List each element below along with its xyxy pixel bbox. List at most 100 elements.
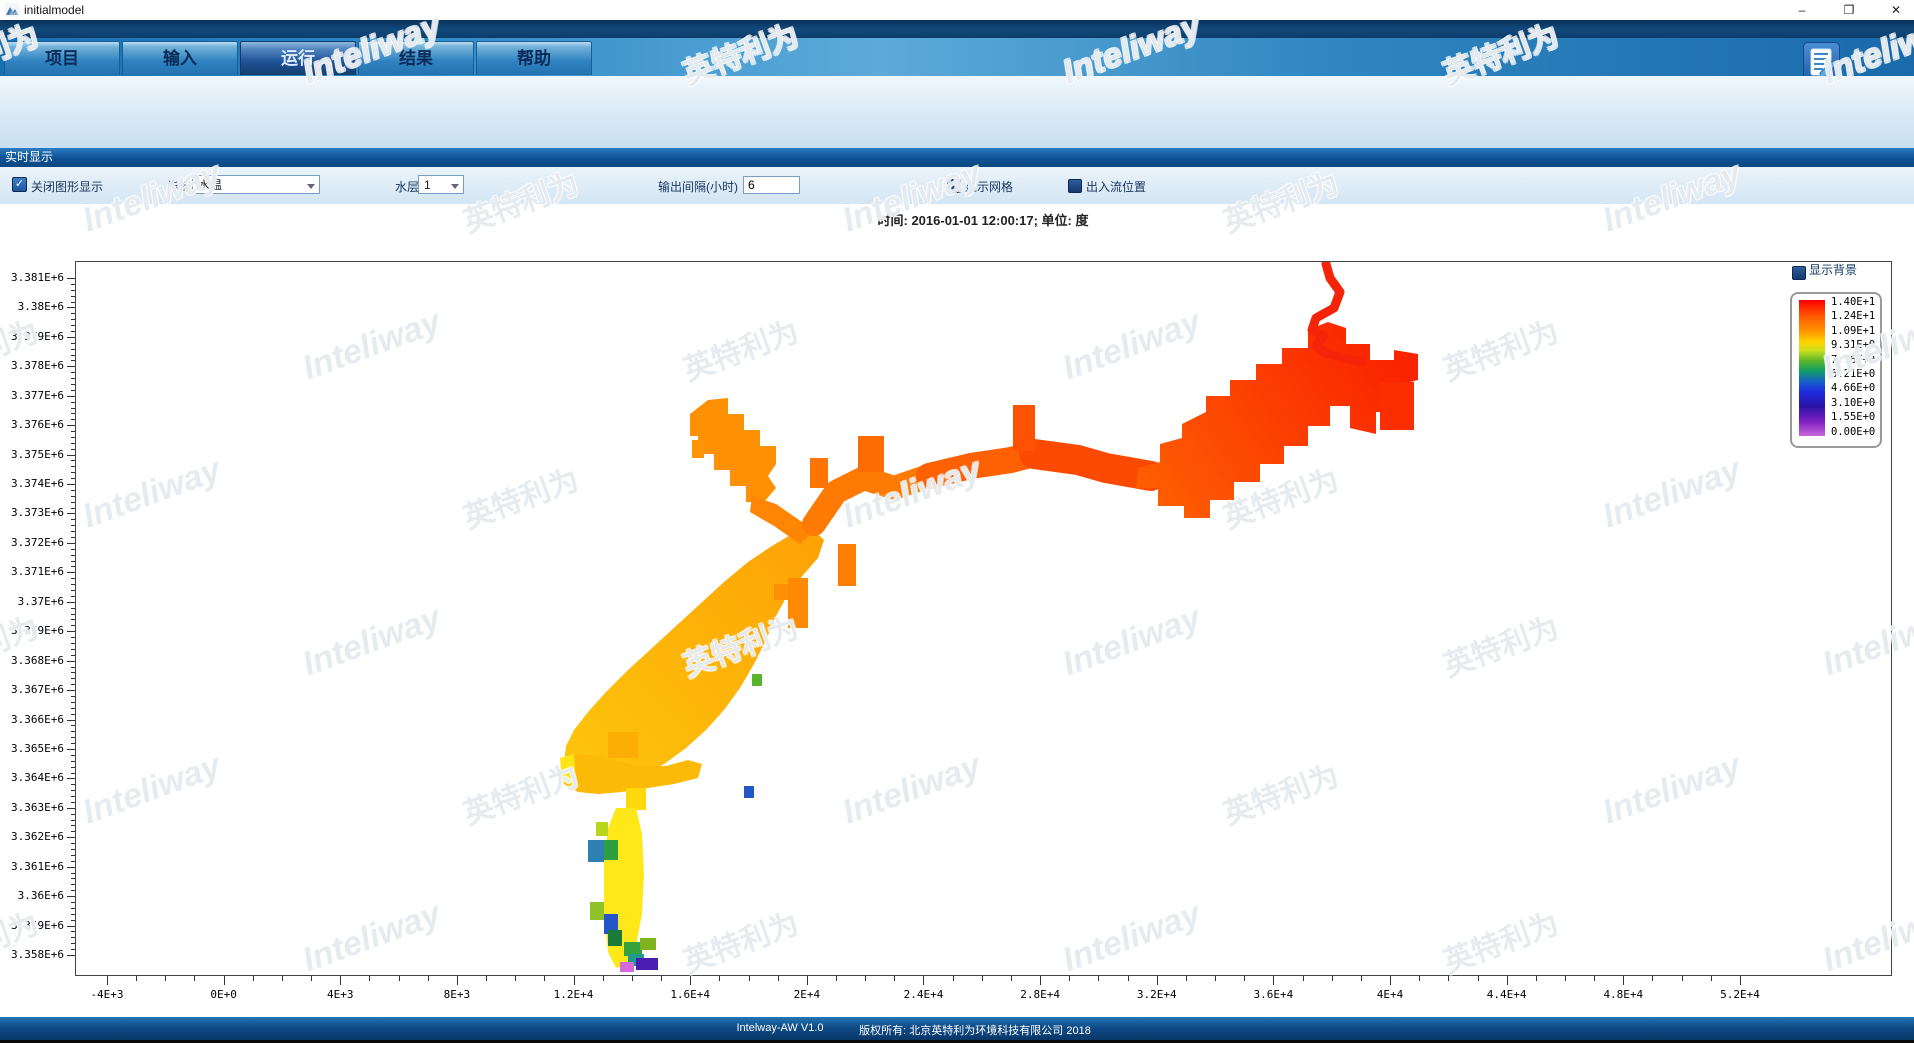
y-minor-tick bbox=[71, 725, 75, 726]
map-shape-strip-px-7 bbox=[624, 942, 642, 956]
legend-value: 0.00E+0 bbox=[1831, 426, 1881, 438]
inout-flow-checkbox[interactable] bbox=[1068, 179, 1082, 193]
y-major-tick bbox=[67, 307, 75, 308]
map-shape-strip-px-6 bbox=[608, 930, 622, 946]
y-major-tick bbox=[67, 867, 75, 868]
interval-input[interactable] bbox=[743, 176, 800, 194]
y-minor-tick bbox=[71, 349, 75, 350]
y-major-tick bbox=[67, 513, 75, 514]
y-minor-tick bbox=[71, 596, 75, 597]
y-minor-tick bbox=[71, 496, 75, 497]
y-minor-tick bbox=[71, 878, 75, 879]
y-minor-tick bbox=[71, 708, 75, 709]
ribbon-tab-4[interactable]: 结果 bbox=[358, 41, 474, 75]
y-major-tick bbox=[67, 484, 75, 485]
map-shape-stub-up-2 bbox=[858, 436, 884, 472]
y-minor-tick bbox=[71, 684, 75, 685]
ribbon-tab-row: 环评/预警 项目输入运行结果帮助 bbox=[0, 38, 1914, 76]
x-major-tick bbox=[1157, 976, 1158, 985]
indicator-dropdown[interactable]: 水温 bbox=[192, 175, 320, 194]
x-tick-label: 1.6E+4 bbox=[658, 988, 722, 1001]
map-shape-elbow-stub-up bbox=[608, 732, 638, 758]
y-major-tick bbox=[67, 425, 75, 426]
plot-frame-right bbox=[1891, 261, 1892, 976]
y-tick-label: 3.36E+6 bbox=[4, 889, 64, 902]
x-tick-label: -4E+3 bbox=[75, 988, 139, 1001]
y-minor-tick bbox=[71, 449, 75, 450]
y-tick-label: 3.375E+6 bbox=[4, 448, 64, 461]
map-shape-band-mid bbox=[929, 454, 1034, 476]
y-minor-tick bbox=[71, 390, 75, 391]
y-tick-label: 3.364E+6 bbox=[4, 771, 64, 784]
y-major-tick bbox=[67, 808, 75, 809]
y-minor-tick bbox=[71, 949, 75, 950]
map-shape-strip-px-4 bbox=[590, 902, 604, 920]
show-background-checkbox[interactable] bbox=[1792, 266, 1806, 280]
y-minor-tick bbox=[71, 549, 75, 550]
ribbon-tab-1[interactable]: 项目 bbox=[4, 41, 120, 75]
x-tick-label: 4.8E+4 bbox=[1591, 988, 1655, 1001]
x-minor-tick bbox=[1361, 976, 1362, 981]
x-tick-label: 1.2E+4 bbox=[542, 988, 606, 1001]
y-minor-tick bbox=[71, 637, 75, 638]
legend-value: 4.66E+0 bbox=[1831, 382, 1881, 394]
y-minor-tick bbox=[71, 355, 75, 356]
close-button[interactable]: ✕ bbox=[1880, 0, 1912, 20]
y-tick-label: 3.368E+6 bbox=[4, 654, 64, 667]
y-minor-tick bbox=[71, 873, 75, 874]
y-minor-tick bbox=[71, 561, 75, 562]
legend-value: 1.55E+0 bbox=[1831, 411, 1881, 423]
map-shape-nw-arm-stub bbox=[692, 440, 704, 458]
x-minor-tick bbox=[1303, 976, 1304, 981]
y-tick-label: 3.366E+6 bbox=[4, 713, 64, 726]
y-major-tick bbox=[67, 543, 75, 544]
y-minor-tick bbox=[71, 784, 75, 785]
y-minor-tick bbox=[71, 313, 75, 314]
ribbon-tab-3[interactable]: 运行 bbox=[240, 41, 356, 75]
y-minor-tick bbox=[71, 360, 75, 361]
y-minor-tick bbox=[71, 437, 75, 438]
y-tick-label: 3.363E+6 bbox=[4, 801, 64, 814]
x-major-tick bbox=[807, 976, 808, 985]
close-graph-label: 关闭图形显示 bbox=[31, 178, 103, 195]
x-major-tick bbox=[1740, 976, 1741, 985]
y-tick-label: 3.362E+6 bbox=[4, 830, 64, 843]
y-minor-tick bbox=[71, 372, 75, 373]
restore-button[interactable]: ❐ bbox=[1833, 0, 1865, 20]
x-minor-tick bbox=[1682, 976, 1683, 981]
y-minor-tick bbox=[71, 302, 75, 303]
map-shape-elbow-yellow-tip bbox=[560, 754, 576, 786]
map-shape-stub-down-1 bbox=[838, 544, 856, 586]
y-minor-tick bbox=[71, 849, 75, 850]
map-shape-strip-px-8 bbox=[640, 938, 656, 950]
plot-time-label: 时间: 2016-01-01 12:00:17; 单位: 度 bbox=[75, 210, 1891, 229]
minimize-button[interactable]: – bbox=[1786, 0, 1818, 20]
y-major-tick bbox=[67, 690, 75, 691]
x-minor-tick bbox=[1186, 976, 1187, 981]
x-minor-tick bbox=[603, 976, 604, 981]
x-tick-label: 2.8E+4 bbox=[1008, 988, 1072, 1001]
x-minor-tick bbox=[719, 976, 720, 981]
statusbar: Intelway-AW V1.0 版权所有: 北京英特利为环境科技有限公司 20… bbox=[0, 1017, 1914, 1040]
water-temperature-map bbox=[76, 262, 1891, 975]
ribbon-tab-5[interactable]: 帮助 bbox=[476, 41, 592, 75]
close-graph-checkbox[interactable] bbox=[12, 177, 27, 192]
x-minor-tick bbox=[136, 976, 137, 981]
y-major-tick bbox=[67, 631, 75, 632]
y-minor-tick bbox=[71, 890, 75, 891]
chevron-down-icon bbox=[451, 184, 459, 189]
ribbon-tab-2[interactable]: 输入 bbox=[122, 41, 238, 75]
show-grid-checkbox[interactable] bbox=[947, 179, 961, 193]
y-minor-tick bbox=[71, 502, 75, 503]
y-major-tick bbox=[67, 926, 75, 927]
x-minor-tick bbox=[515, 976, 516, 981]
map-shape-stub-up-1 bbox=[810, 458, 828, 488]
plot-frame-bottom bbox=[75, 975, 1891, 976]
window-title: initialmodel bbox=[24, 3, 84, 17]
ribbon-content-panel: 运行模型 已运行 0%。 暂停运行 终止运行 错误信息 bbox=[0, 76, 1914, 148]
plot-frame-top bbox=[75, 261, 1891, 262]
y-minor-tick bbox=[71, 761, 75, 762]
x-major-tick bbox=[574, 976, 575, 985]
y-minor-tick bbox=[71, 331, 75, 332]
layer-dropdown[interactable]: 1 bbox=[418, 175, 464, 194]
